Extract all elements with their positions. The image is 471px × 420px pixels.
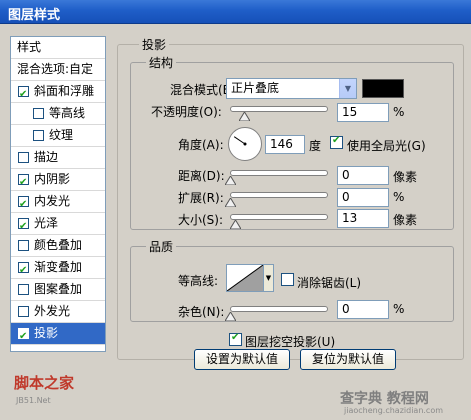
- chevron-down-icon: ▼: [339, 79, 356, 98]
- sidebar-item[interactable]: 描边: [11, 147, 105, 169]
- knockout-label: 图层挖空投影(U): [245, 335, 336, 349]
- sidebar-item[interactable]: 等高线: [11, 103, 105, 125]
- sidebar-item-checkbox[interactable]: [18, 194, 29, 212]
- sidebar-item-label: 混合选项:自定: [17, 62, 94, 76]
- global-light-checkbox[interactable]: [330, 135, 343, 149]
- blend-mode-select[interactable]: 正片叠底 ▼: [226, 78, 357, 99]
- noise-input[interactable]: 0: [337, 300, 389, 319]
- sidebar-item-label: 图案叠加: [34, 282, 83, 296]
- sidebar-item-checkbox[interactable]: [18, 306, 29, 317]
- opacity-slider-thumb[interactable]: [239, 112, 251, 121]
- spread-slider[interactable]: [230, 192, 328, 198]
- opacity-unit: %: [393, 105, 405, 119]
- sidebar-item[interactable]: 光泽: [11, 213, 105, 235]
- sidebar-item-checkbox[interactable]: [33, 108, 44, 119]
- shadow-color-swatch[interactable]: [362, 79, 404, 98]
- blend-mode-value: 正片叠底: [231, 81, 280, 95]
- sidebar-item-checkbox[interactable]: [18, 216, 29, 234]
- distance-unit: 像素: [393, 170, 418, 184]
- contour-label: 等高线:: [178, 274, 219, 288]
- opacity-input[interactable]: 15: [337, 103, 389, 122]
- sidebar-item[interactable]: 混合选项:自定: [11, 59, 105, 81]
- sidebar-item[interactable]: 外发光: [11, 301, 105, 323]
- sidebar-item[interactable]: 图案叠加: [11, 279, 105, 301]
- noise-slider[interactable]: [230, 306, 328, 312]
- sidebar-item-label: 斜面和浮雕: [34, 84, 95, 98]
- sidebar-item-checkbox[interactable]: [18, 240, 29, 251]
- antialias-checkbox[interactable]: [281, 273, 294, 286]
- distance-label: 距离(D):: [178, 169, 225, 183]
- sidebar-item[interactable]: 颜色叠加: [11, 235, 105, 257]
- set-default-button[interactable]: 设置为默认值: [194, 349, 290, 370]
- sidebar-item[interactable]: 纹理: [11, 125, 105, 147]
- angle-dial[interactable]: [228, 127, 262, 161]
- sidebar-item-checkbox[interactable]: [33, 130, 44, 141]
- noise-slider-thumb[interactable]: [224, 312, 236, 321]
- angle-unit: 度: [309, 139, 322, 153]
- size-input[interactable]: 13: [337, 209, 389, 228]
- sidebar-item-checkbox[interactable]: [18, 284, 29, 295]
- sidebar-item[interactable]: 渐变叠加: [11, 257, 105, 279]
- spread-input[interactable]: 0: [337, 188, 389, 207]
- watermark-left: 脚本之家: [14, 374, 75, 392]
- watermark-left-sub: JB51.Net: [16, 396, 51, 405]
- angle-label: 角度(A):: [178, 138, 224, 152]
- angle-input[interactable]: 146: [265, 135, 305, 154]
- style-list: 样式 混合选项:自定斜面和浮雕等高线纹理描边内阴影内发光光泽颜色叠加渐变叠加图案…: [10, 36, 106, 352]
- size-label: 大小(S):: [178, 213, 224, 227]
- distance-input[interactable]: 0: [337, 166, 389, 185]
- sidebar-item-label: 内阴影: [34, 172, 71, 186]
- sidebar-item-label: 渐变叠加: [34, 260, 83, 274]
- sidebar-item-checkbox[interactable]: [18, 326, 29, 344]
- sidebar-item-checkbox[interactable]: [18, 84, 29, 102]
- quality-title: 品质: [146, 238, 177, 255]
- sidebar-item[interactable]: 内发光: [11, 191, 105, 213]
- sidebar-item-label: 纹理: [49, 128, 74, 142]
- contour-dropdown-button[interactable]: ▼: [264, 264, 274, 292]
- sidebar-item-checkbox[interactable]: [18, 260, 29, 278]
- structure-title: 结构: [146, 54, 177, 71]
- panel-title: 投影: [139, 36, 170, 53]
- sidebar-item[interactable]: 内阴影: [11, 169, 105, 191]
- sidebar-item-label: 外发光: [34, 304, 71, 318]
- style-list-header: 样式: [11, 37, 105, 59]
- sidebar-item-label: 光泽: [34, 216, 59, 230]
- antialias-label: 消除锯齿(L): [297, 276, 362, 290]
- sidebar-item-label: 投影: [34, 326, 59, 340]
- reset-default-button[interactable]: 复位为默认值: [300, 349, 396, 370]
- sidebar-item-label: 颜色叠加: [34, 238, 83, 252]
- distance-slider[interactable]: [230, 170, 328, 176]
- sidebar-item[interactable]: 斜面和浮雕: [11, 81, 105, 103]
- distance-slider-thumb[interactable]: [224, 176, 236, 185]
- contour-preview[interactable]: [226, 264, 264, 292]
- noise-label: 杂色(N):: [178, 305, 225, 319]
- opacity-label: 不透明度(O):: [151, 105, 222, 119]
- sidebar-item[interactable]: 投影: [11, 323, 105, 345]
- size-slider-thumb[interactable]: [229, 220, 241, 229]
- window-title: 图层样式: [8, 8, 61, 23]
- watermark-right-sub: jiaocheng.chazidian.com: [344, 406, 444, 415]
- spread-unit: %: [393, 190, 405, 204]
- global-light-label: 使用全局光(G): [347, 139, 426, 153]
- noise-unit: %: [393, 302, 405, 316]
- sidebar-item-checkbox[interactable]: [18, 152, 29, 163]
- spread-label: 扩展(R):: [178, 191, 224, 205]
- watermark-right: 查字典 教程网: [340, 391, 429, 407]
- sidebar-item-label: 内发光: [34, 194, 71, 208]
- sidebar-item-label: 描边: [34, 150, 59, 164]
- spread-slider-thumb[interactable]: [224, 198, 236, 207]
- title-bar[interactable]: 图层样式: [0, 0, 471, 24]
- sidebar-item-label: 等高线: [49, 106, 86, 120]
- contour-curve-icon: [226, 264, 264, 292]
- knockout-checkbox[interactable]: [229, 332, 242, 346]
- size-slider[interactable]: [230, 214, 328, 220]
- sidebar-item-checkbox[interactable]: [18, 172, 29, 190]
- size-unit: 像素: [393, 213, 418, 227]
